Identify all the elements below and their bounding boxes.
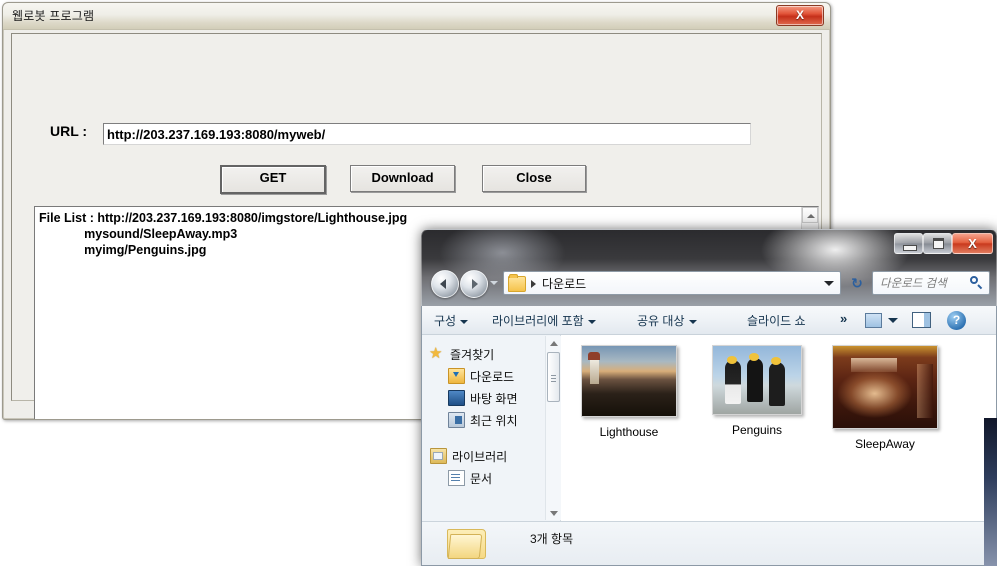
folder-icon [447,525,487,559]
sidebar-item-label: 다운로드 [470,370,515,384]
desktop-icon [448,390,465,406]
webrobot-title: 웹로봇 프로그램 [12,9,95,23]
search-input[interactable]: 다운로드 검색 [872,271,990,295]
preview-pane-icon[interactable] [912,312,931,328]
webrobot-close-button[interactable]: X [776,5,824,26]
url-label: URL : [50,123,88,139]
sidebar-item-label: 즐겨찾기 [450,348,495,362]
explorer-close-button[interactable]: X [952,233,993,254]
sidebar-item-libraries[interactable]: 라이브러리 [430,448,507,465]
address-row: 다운로드 ↻ 다운로드 검색 [422,266,996,302]
sidebar-item-label: 라이브러리 [452,450,508,464]
toolbar-item-label: 슬라이드 쇼 [747,314,806,328]
breadcrumb-separator-icon [531,280,536,288]
breadcrumb[interactable]: 다운로드 [542,275,586,293]
star-icon [429,344,445,362]
sidebar-item-label: 최근 위치 [470,414,518,428]
navigation-pane-scrollbar[interactable] [545,336,561,520]
status-bar: 3개 항목 [422,521,996,565]
toolbar-item-label: 공유 대상 [637,314,685,328]
desktop-background-strip [984,418,997,566]
list-item[interactable]: Penguins [691,345,823,437]
documents-icon [448,470,465,486]
explorer-body: 구성 라이브러리에 포함 공유 대상 슬라이드 쇼 » ? 즐겨찾기 다운로드 [421,306,997,566]
maximize-button[interactable] [923,233,952,254]
download-button[interactable]: Download [350,165,455,192]
minimize-button[interactable] [894,233,923,254]
explorer-window: X 다운로드 ↻ 다운로드 검색 구성 라이브러리에 포함 공유 대상 슬라이드… [421,229,997,566]
list-item[interactable]: SleepAway [819,345,951,451]
refresh-icon[interactable]: ↻ [847,274,867,292]
status-item-count: 3개 항목 [530,532,574,546]
thumbnail-image [712,345,802,415]
webrobot-titlebar: 웹로봇 프로그램 X [3,3,830,30]
sidebar-item-label: 문서 [470,472,493,486]
get-button[interactable]: GET [220,165,326,194]
toolbar-item-label: 라이브러리에 포함 [492,314,584,328]
sidebar-item-label: 바탕 화면 [470,392,518,406]
scrollbar-thumb[interactable] [547,352,560,402]
folder-icon [508,274,526,292]
view-mode-icon[interactable] [865,313,882,328]
address-bar[interactable]: 다운로드 [503,271,841,295]
toolbar-item-include-in-library[interactable]: 라이브러리에 포함 [492,311,596,331]
file-list-view: Lighthouse Penguins SleepAway [561,335,996,521]
view-mode-chevron-down-icon[interactable] [888,318,898,323]
library-icon [430,448,447,464]
search-placeholder: 다운로드 검색 [880,278,947,290]
file-name: SleepAway [855,437,915,451]
thumbnail-image [581,345,677,417]
toolbar-overflow-icon[interactable]: » [840,311,847,326]
chevron-down-icon [460,319,469,324]
sidebar-item-desktop[interactable]: 바탕 화면 [448,390,518,407]
toolbar-item-share-with[interactable]: 공유 대상 [637,311,697,331]
toolbar-item-slideshow[interactable]: 슬라이드 쇼 [747,311,806,331]
scroll-up-arrow-icon[interactable] [546,336,561,350]
url-input[interactable] [103,123,751,145]
file-name: Lighthouse [599,425,659,439]
sidebar-item-documents[interactable]: 문서 [448,470,492,487]
toolbar-item-label: 구성 [434,314,457,328]
downloads-icon [448,368,465,384]
sidebar-item-downloads[interactable]: 다운로드 [448,368,514,385]
recent-places-icon [448,412,465,428]
back-button[interactable] [431,270,459,298]
file-name: Penguins [731,423,783,437]
sidebar-item-favorites[interactable]: 즐겨찾기 [429,344,495,363]
address-chevron-down-icon[interactable] [824,281,834,286]
navigation-pane: 즐겨찾기 다운로드 바탕 화면 최근 위치 라이브러리 문서 [422,335,561,521]
forward-button[interactable] [460,270,488,298]
chevron-down-icon [688,319,697,324]
toolbar-item-organize[interactable]: 구성 [434,311,469,331]
search-icon [970,276,983,289]
thumbnail-image [832,345,938,429]
chevron-down-icon [587,319,596,324]
scroll-down-arrow-icon[interactable] [546,506,561,520]
sidebar-item-recent-places[interactable]: 최근 위치 [448,412,518,429]
list-item[interactable]: Lighthouse [563,345,695,439]
scroll-up-arrow-icon[interactable] [802,207,818,223]
explorer-titlebar: X 다운로드 ↻ 다운로드 검색 [421,229,997,306]
explorer-toolbar: 구성 라이브러리에 포함 공유 대상 슬라이드 쇼 » ? [422,306,996,335]
help-icon[interactable]: ? [947,311,966,330]
close-button[interactable]: Close [482,165,586,192]
recent-pages-chevron-down-icon[interactable] [490,279,499,288]
